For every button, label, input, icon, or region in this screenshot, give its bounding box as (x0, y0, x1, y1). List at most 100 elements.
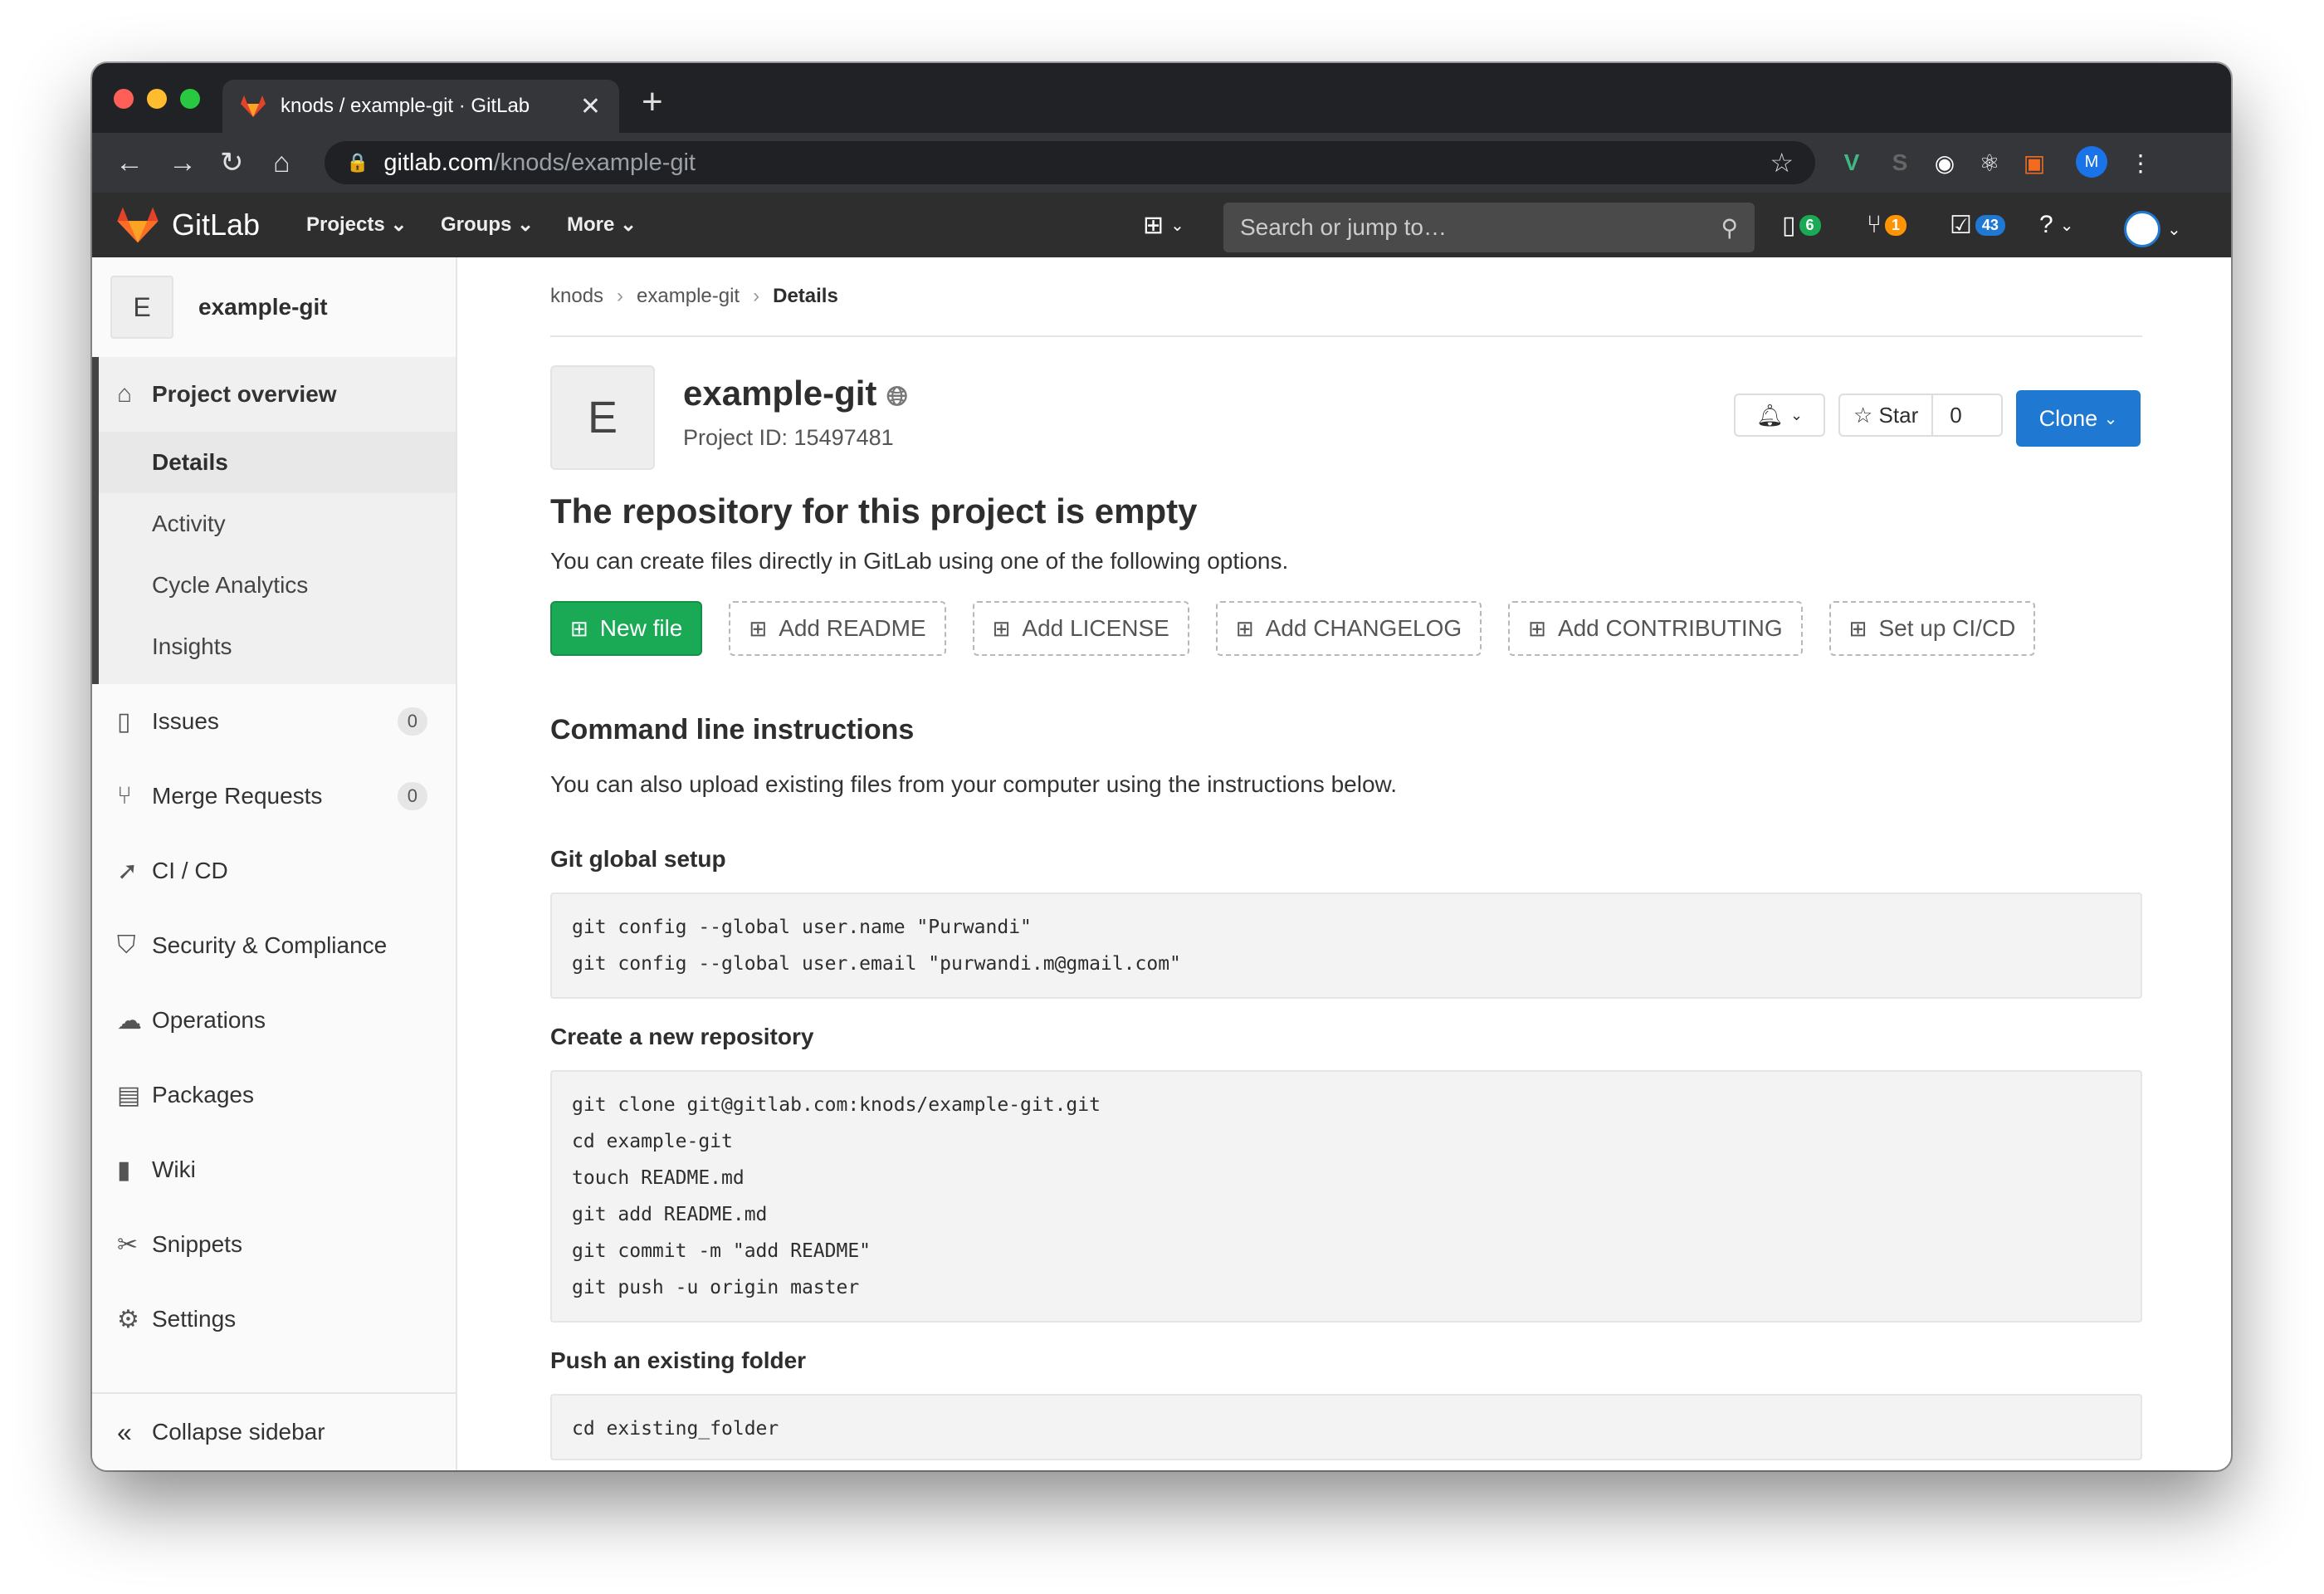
extension-box-icon[interactable]: ▣ (2018, 146, 2051, 179)
add-changelog-button[interactable]: ⊞ Add CHANGELOG (1215, 601, 1482, 656)
groups-menu[interactable]: Groups ⌄ (441, 213, 534, 237)
project-overview-group: ⌂ Project overview Details Activity Cycle… (92, 357, 456, 684)
search-placeholder: Search or jump to… (1240, 214, 1447, 240)
issues-shortcut[interactable]: ▯ 6 (1782, 211, 1821, 240)
git-global-setup-code[interactable]: git config --global user.name "Purwandi"… (550, 892, 2142, 999)
sidebar-item-snippets[interactable]: ✂ Snippets (92, 1207, 456, 1282)
collapse-sidebar-button[interactable]: « Collapse sidebar (92, 1392, 456, 1470)
browser-tab[interactable]: knods / example-git · GitLab ✕ (222, 80, 619, 133)
breadcrumb-example-git[interactable]: example-git (637, 285, 740, 308)
sidebar-item-wiki[interactable]: ▮ Wiki (92, 1132, 456, 1207)
more-label: More (567, 213, 615, 236)
sidebar-item-details[interactable]: Details (99, 432, 456, 493)
vue-devtools-icon[interactable]: V (1835, 146, 1868, 179)
add-changelog-label: Add CHANGELOG (1265, 615, 1462, 641)
gitlab-navbar: GitLab Projects ⌄ Groups ⌄ More ⌄ ⊞ ⌄ Se… (92, 193, 2231, 257)
extension-s-icon[interactable]: S (1883, 146, 1916, 179)
code-line: git commit -m "add README" (572, 1240, 872, 1262)
star-count[interactable]: 0 (1933, 403, 1978, 428)
create-repo-title: Create a new repository (550, 1024, 814, 1049)
gitlab-logo-icon (117, 207, 159, 243)
sidebar-item-cycle-analytics[interactable]: Cycle Analytics (99, 555, 456, 616)
todo-icon: ☑ (1950, 212, 1972, 239)
rocket-icon: ➚ (117, 857, 139, 885)
new-tab-button[interactable]: + (642, 81, 663, 123)
sidebar-item-label: Snippets (152, 1231, 242, 1257)
reload-icon[interactable]: ↻ (220, 146, 244, 179)
clone-button[interactable]: Clone ⌄ (2016, 390, 2141, 447)
search-input[interactable]: Search or jump to… ⚲ (1223, 203, 1755, 252)
address-bar: ← → ↻ ⌂ 🔒 gitlab.com/knods/example-git ☆… (92, 133, 2231, 193)
sidebar-item-insights[interactable]: Insights (99, 616, 456, 677)
empty-repo-text: You can create files directly in GitLab … (550, 548, 1289, 574)
back-icon[interactable]: ← (115, 146, 144, 179)
sidebar-item-label: Merge Requests (152, 783, 323, 809)
sidebar-item-settings[interactable]: ⚙ Settings (92, 1282, 456, 1357)
merge-requests-shortcut[interactable]: ⑂ 1 (1867, 211, 1907, 239)
user-menu[interactable]: ⌄ (2124, 211, 2181, 247)
star-icon: ☆ (1853, 402, 1873, 428)
package-icon: ▤ (117, 1081, 141, 1109)
gitlab-home-link[interactable]: GitLab (117, 206, 260, 244)
page-title: example-git 🌐︎ (683, 374, 908, 413)
clone-label: Clone (2038, 405, 2098, 431)
project-id: Project ID: 15497481 (683, 425, 894, 450)
user-avatar (2124, 211, 2160, 247)
sidebar-item-label: Wiki (152, 1156, 196, 1182)
sidebar-item-issues[interactable]: ▯ Issues 0 (92, 684, 456, 759)
sidebar-item-label: Operations (152, 1007, 266, 1033)
project-sidebar: E example-git ⌂ Project overview Details … (92, 257, 457, 1470)
projects-menu[interactable]: Projects ⌄ (306, 213, 408, 237)
help-icon: ? (2039, 211, 2053, 238)
new-item-dropdown[interactable]: ⊞ ⌄ (1143, 211, 1184, 240)
sidebar-item-packages[interactable]: ▤ Packages (92, 1058, 456, 1132)
sidebar-item-operations[interactable]: ☁ Operations (92, 983, 456, 1058)
minimize-window-button[interactable] (147, 89, 167, 109)
maximize-window-button[interactable] (180, 89, 200, 109)
notification-dropdown[interactable]: 🔔︎ ⌄ (1734, 394, 1825, 437)
lock-icon: 🔒 (346, 152, 369, 173)
add-license-button[interactable]: ⊞ Add LICENSE (972, 601, 1189, 656)
sidebar-item-security[interactable]: ⛉ Security & Compliance (92, 908, 456, 983)
globe-icon: 🌐︎ (886, 381, 908, 411)
extension-circle-icon[interactable]: ◉ (1928, 146, 1961, 179)
empty-repo-title: The repository for this project is empty (550, 491, 1198, 531)
code-line: cd existing_folder (572, 1418, 779, 1440)
plus-square-icon: ⊞ (749, 615, 768, 641)
sidebar-item-project-overview[interactable]: ⌂ Project overview (99, 357, 456, 432)
sidebar-project-avatar: E (110, 276, 173, 339)
breadcrumb-knods[interactable]: knods (550, 285, 603, 308)
star-button[interactable]: ☆ Star 0 (1838, 394, 2003, 437)
more-menu[interactable]: More ⌄ (567, 213, 637, 237)
profile-avatar[interactable]: M (2076, 146, 2107, 178)
url-field[interactable]: 🔒 gitlab.com/knods/example-git ☆ (325, 141, 1815, 184)
bookmark-star-icon[interactable]: ☆ (1770, 147, 1794, 178)
sidebar-item-ci-cd[interactable]: ➚ CI / CD (92, 834, 456, 908)
create-repo-code[interactable]: git clone git@gitlab.com:knods/example-g… (550, 1070, 2142, 1323)
sidebar-item-activity[interactable]: Activity (99, 493, 456, 555)
browser-menu-icon[interactable]: ⋮ (2124, 146, 2157, 179)
add-contributing-button[interactable]: ⊞ Add CONTRIBUTING (1508, 601, 1803, 656)
sidebar-project-header[interactable]: E example-git (92, 257, 456, 357)
close-window-button[interactable] (114, 89, 134, 109)
close-tab-icon[interactable]: ✕ (580, 92, 601, 121)
setup-ci-cd-button[interactable]: ⊞ Set up CI/CD (1828, 601, 2036, 656)
home-icon[interactable]: ⌂ (273, 146, 290, 179)
cli-text: You can also upload existing files from … (550, 771, 1397, 797)
issues-count: 0 (397, 707, 427, 736)
new-file-button[interactable]: ⊞ New file (550, 601, 703, 656)
code-line: cd example-git (572, 1131, 733, 1152)
plus-square-icon: ⊞ (1848, 615, 1868, 641)
plus-square-icon: ⊞ (1235, 615, 1254, 641)
forward-icon[interactable]: → (168, 146, 197, 179)
react-devtools-icon[interactable]: ⚛ (1973, 146, 2006, 179)
add-readme-label: Add README (779, 615, 926, 641)
sidebar-item-merge-requests[interactable]: ⑂ Merge Requests 0 (92, 759, 456, 834)
search-icon: ⚲ (1721, 214, 1738, 241)
help-dropdown[interactable]: ? ⌄ (2039, 211, 2073, 239)
push-folder-code[interactable]: cd existing_folder (550, 1394, 2142, 1460)
todos-shortcut[interactable]: ☑ 43 (1950, 211, 2005, 240)
add-readme-button[interactable]: ⊞ Add README (729, 601, 946, 656)
collapse-label: Collapse sidebar (152, 1419, 325, 1445)
issues-count-badge: 6 (1799, 215, 1821, 236)
